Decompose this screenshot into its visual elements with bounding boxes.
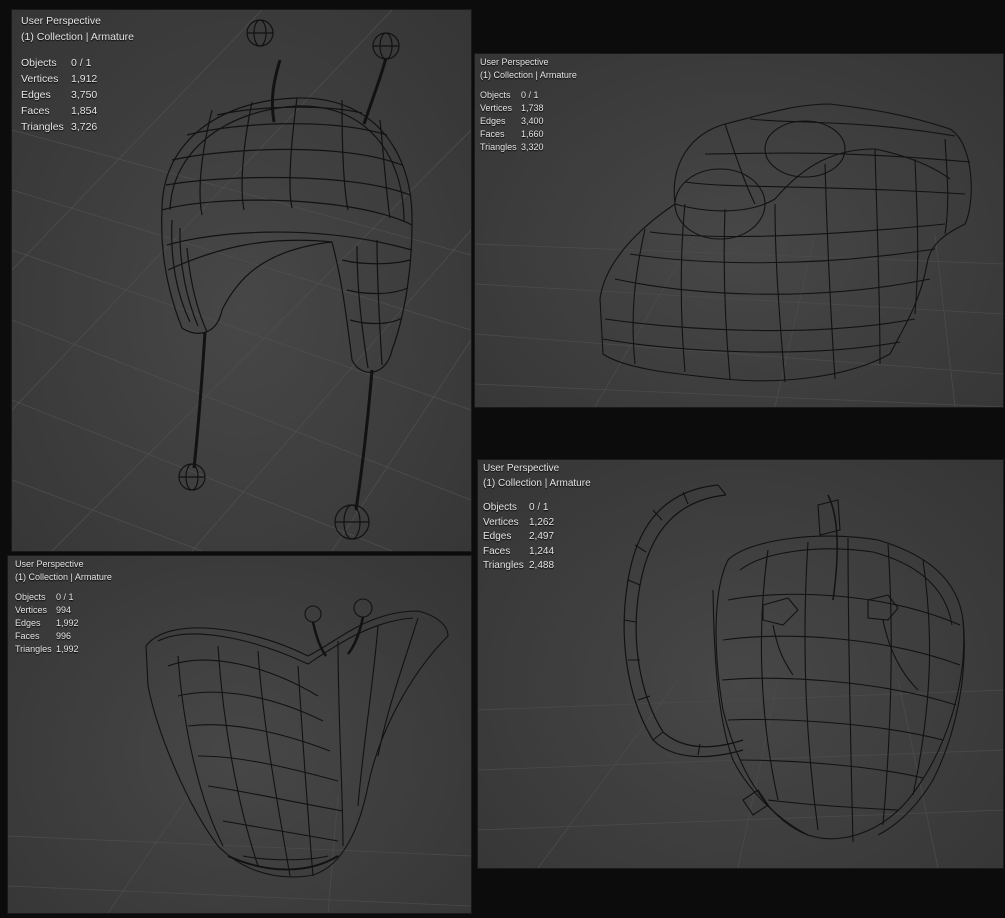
torso-wireframe [599,103,972,383]
backpack-wireframe [623,484,965,843]
viewport-hat[interactable]: User Perspective (1) Collection | Armatu… [11,9,472,552]
viewport-torso[interactable]: User Perspective (1) Collection | Armatu… [474,53,1004,408]
viewport-backpack[interactable]: User Perspective (1) Collection | Armatu… [477,459,1004,869]
viewport-underwear[interactable]: User Perspective (1) Collection | Armatu… [7,555,472,914]
hat-wireframe [161,19,413,540]
underwear-wireframe [145,598,449,878]
